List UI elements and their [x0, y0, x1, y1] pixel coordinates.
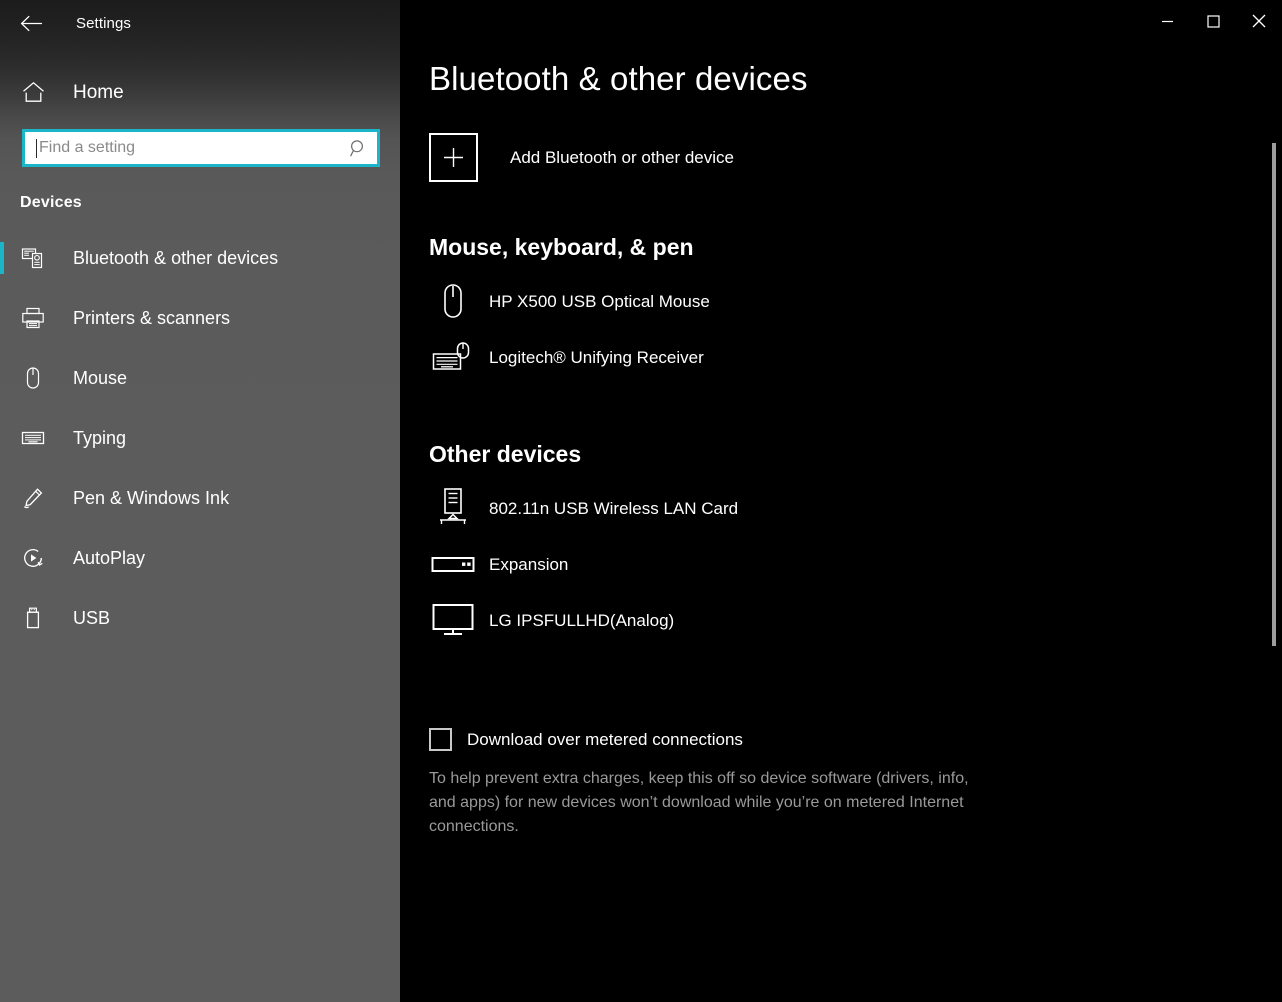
download-over-metered-checkbox-row[interactable]: Download over metered connections [429, 728, 789, 751]
device-name: Expansion [489, 554, 569, 574]
add-device-label: Add Bluetooth or other device [510, 148, 734, 167]
search-icon[interactable] [339, 139, 377, 158]
sidebar-item-label: Typing [73, 428, 127, 448]
sidebar-item-usb[interactable]: USB [0, 596, 400, 640]
app-title: Settings [76, 14, 131, 32]
settings-window: Settings Home Devices [0, 0, 1282, 1002]
search-box[interactable] [22, 129, 380, 167]
device-row[interactable]: Expansion [429, 536, 859, 592]
maximize-icon[interactable] [1190, 0, 1236, 42]
close-icon[interactable] [1236, 0, 1282, 42]
device-list-mouse-keyboard-pen: HP X500 USB Optical Mouse Logitech® Unif… [429, 273, 1282, 385]
device-name: HP X500 USB Optical Mouse [489, 291, 710, 311]
scrollbar-thumb[interactable] [1272, 143, 1276, 646]
back-arrow-icon[interactable] [8, 3, 54, 43]
settings-page: Bluetooth & other devices Add Bluetooth … [400, 0, 1282, 839]
device-row[interactable]: LG IPSFULLHD(Analog) [429, 592, 859, 648]
add-device-button[interactable]: Add Bluetooth or other device [429, 133, 849, 182]
sidebar: Settings Home Devices [0, 0, 400, 1002]
scrollbar[interactable] [1266, 42, 1282, 1002]
download-over-metered-checkbox[interactable] [429, 728, 452, 751]
mouse-icon [20, 365, 46, 391]
device-name: Logitech® Unifying Receiver [489, 347, 704, 367]
sidebar-item-bluetooth-other-devices[interactable]: Bluetooth & other devices [0, 236, 400, 280]
sidebar-item-home[interactable]: Home [0, 70, 400, 114]
search-input[interactable] [37, 132, 339, 164]
device-name: 802.11n USB Wireless LAN Card [489, 498, 739, 518]
sidebar-item-mouse[interactable]: Mouse [0, 356, 400, 400]
sidebar-item-printers-scanners[interactable]: Printers & scanners [0, 296, 400, 340]
network-device-icon [429, 486, 477, 530]
printer-icon [20, 305, 46, 331]
device-row[interactable]: HP X500 USB Optical Mouse [429, 273, 859, 329]
usb-icon [20, 605, 46, 631]
home-icon [20, 81, 46, 103]
device-list-other-devices: 802.11n USB Wireless LAN Card Expansion [429, 480, 1282, 648]
page-title: Bluetooth & other devices [429, 60, 808, 97]
sidebar-item-typing[interactable]: Typing [0, 416, 400, 460]
monitor-icon [429, 598, 477, 642]
sidebar-item-label: Pen & Windows Ink [73, 488, 230, 508]
sidebar-item-label: AutoPlay [73, 548, 146, 568]
sidebar-item-label: Bluetooth & other devices [73, 248, 279, 268]
selection-indicator [0, 242, 4, 274]
minimize-icon[interactable] [1144, 0, 1190, 42]
device-row[interactable]: 802.11n USB Wireless LAN Card [429, 480, 859, 536]
sidebar-nav-list: Bluetooth & other devices Printers & sca… [0, 236, 400, 640]
autoplay-icon [20, 545, 46, 571]
group-heading-other-devices: Other devices [429, 441, 582, 467]
device-row[interactable]: Logitech® Unifying Receiver [429, 329, 859, 385]
keyboard-icon [20, 425, 46, 451]
sidebar-category-heading: Devices [20, 194, 82, 211]
bluetooth-devices-icon [20, 245, 46, 271]
sidebar-item-label: Printers & scanners [73, 308, 231, 328]
sidebar-item-pen-windows-ink[interactable]: Pen & Windows Ink [0, 476, 400, 520]
sidebar-item-label: USB [73, 608, 111, 628]
metered-description: To help prevent extra charges, keep this… [429, 770, 969, 835]
download-over-metered-label: Download over metered connections [467, 730, 743, 749]
group-heading-mouse-keyboard-pen: Mouse, keyboard, & pen [429, 234, 694, 260]
sidebar-item-autoplay[interactable]: AutoPlay [0, 536, 400, 580]
window-controls [1144, 0, 1282, 42]
pen-icon [20, 485, 46, 511]
main-content: Bluetooth & other devices Add Bluetooth … [400, 0, 1282, 1002]
external-drive-icon [429, 542, 477, 586]
titlebar: Settings [0, 0, 400, 46]
plus-icon [429, 133, 478, 182]
device-name: LG IPSFULLHD(Analog) [489, 610, 675, 630]
metered-connections-section: Download over metered connections To hel… [429, 728, 1282, 839]
sidebar-item-home-label: Home [73, 81, 124, 103]
keyboard-mouse-device-icon [429, 335, 477, 379]
mouse-device-icon [429, 279, 477, 323]
sidebar-item-label: Mouse [73, 368, 128, 388]
